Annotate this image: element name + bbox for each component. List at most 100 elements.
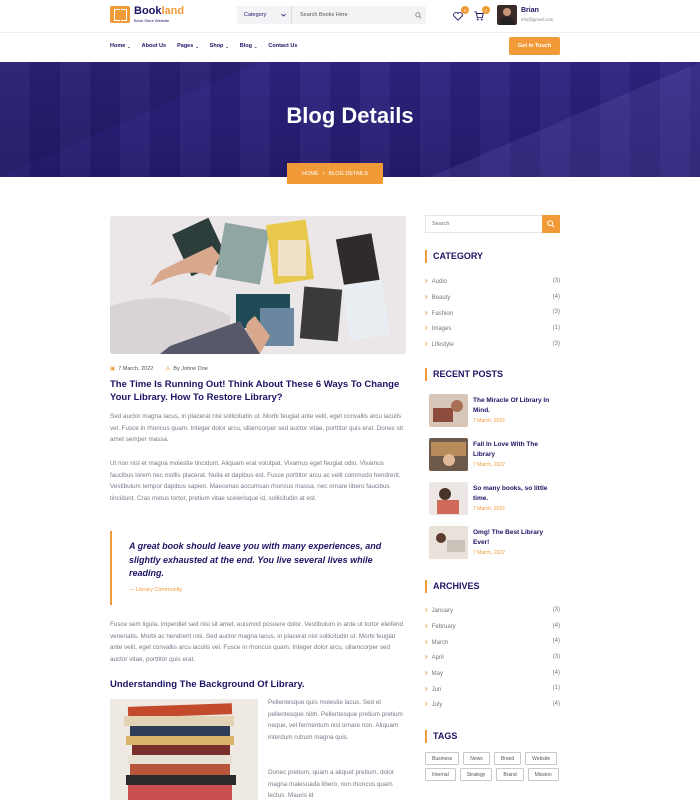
- archive-item[interactable]: Jun (1): [425, 680, 560, 696]
- archives-widget-title: ARCHIVES: [425, 580, 480, 593]
- cart-count-badge: 0: [482, 6, 490, 14]
- book-logo-icon: [110, 6, 130, 23]
- category-select[interactable]: Category: [237, 6, 292, 24]
- nav-contact[interactable]: Contact Us: [268, 43, 297, 49]
- tag-chip[interactable]: Mission: [527, 768, 559, 781]
- archive-item[interactable]: March (4): [425, 633, 560, 649]
- recent-post-item[interactable]: So many books, so little time. 7 March, …: [429, 482, 564, 516]
- tag-chip[interactable]: Brand: [493, 752, 522, 765]
- book-stack-image: [110, 699, 258, 800]
- category-item-label: Lifestyle: [425, 339, 454, 348]
- nav-shop[interactable]: Shop ⌄: [210, 43, 229, 49]
- category-item-count: (3): [552, 340, 560, 347]
- recent-post-item[interactable]: Omg! The Best Library Ever! 7 March, 202…: [429, 526, 564, 560]
- recent-post-title[interactable]: So many books, so little time.: [473, 484, 561, 503]
- archives-list: January (3) February (4) March (4) April (3)…: [425, 602, 560, 712]
- archive-item-count: (3): [552, 653, 560, 660]
- nav-about[interactable]: About Us: [142, 43, 166, 49]
- archive-item[interactable]: February (4): [425, 618, 560, 634]
- archive-item[interactable]: April (3): [425, 649, 560, 665]
- recent-post-photo: [429, 526, 468, 559]
- quote-author: — Library Community: [129, 586, 183, 593]
- archive-item[interactable]: May (4): [425, 665, 560, 681]
- category-item-count: (1): [552, 324, 560, 331]
- blockquote: A great book should leave you with many …: [110, 531, 406, 605]
- category-item[interactable]: Lifestyle (3): [425, 336, 560, 352]
- search-icon: [414, 11, 422, 19]
- recent-post-thumbnail: [429, 438, 468, 471]
- tag-chip[interactable]: Website: [525, 752, 558, 765]
- recent-post-date: 7 March, 2022: [473, 462, 505, 468]
- recent-post-thumbnail: [429, 394, 468, 427]
- category-item-label: Fashion: [425, 308, 453, 317]
- archive-item-label: May: [425, 668, 443, 677]
- chevron-down-icon: ⌄: [254, 43, 258, 49]
- main-nav: Home ⌄ About Us Pages ⌄ Shop ⌄ Blog ⌄ Contac…: [110, 37, 308, 55]
- category-item-count: (4): [552, 293, 560, 300]
- recent-post-item[interactable]: The Miracle Of Library In Mind. 7 March,…: [429, 394, 564, 428]
- chevron-down-icon: [281, 13, 286, 17]
- nav-pages-label: Pages: [177, 43, 194, 49]
- archive-item-label: July: [425, 699, 443, 708]
- category-item-label: Beauty: [425, 292, 451, 301]
- archive-item[interactable]: January (3): [425, 602, 560, 618]
- tag-cloud: Business News Brand Website Internal Str…: [425, 752, 560, 781]
- category-item[interactable]: Fashion (3): [425, 304, 560, 320]
- category-item[interactable]: Images (1): [425, 320, 560, 336]
- header-divider: [0, 32, 700, 33]
- get-in-touch-button[interactable]: Get In Touch: [509, 37, 560, 55]
- nav-contact-label: Contact Us: [268, 43, 298, 49]
- nav-pages[interactable]: Pages ⌄: [177, 43, 199, 49]
- sidebar-search-button[interactable]: [542, 215, 560, 233]
- archive-item-count: (4): [552, 638, 560, 645]
- post-author[interactable]: ♙ By Johne Doe: [165, 366, 208, 372]
- tags-widget-title: TAGS: [425, 730, 457, 743]
- breadcrumb: HOME • BLOG DETAILS: [287, 163, 383, 184]
- category-item[interactable]: Audio (3): [425, 273, 560, 289]
- top-bar: Bookland Book Store Website Category 0 0…: [0, 0, 700, 32]
- breadcrumb-home[interactable]: HOME: [302, 171, 319, 177]
- breadcrumb-current: BLOG DETAILS: [328, 170, 368, 177]
- recent-post-photo: [429, 482, 468, 515]
- book-stack-photo: [110, 699, 258, 800]
- recent-post-photo: [429, 438, 468, 471]
- tag-chip[interactable]: Brand: [496, 768, 524, 781]
- tag-chip[interactable]: Strategy: [459, 768, 493, 781]
- chevron-down-icon: ⌄: [127, 43, 131, 49]
- tag-chip[interactable]: Internal: [425, 768, 456, 781]
- sidebar-search-input[interactable]: [426, 216, 542, 232]
- user-name[interactable]: Brian: [521, 7, 539, 14]
- recent-post-item[interactable]: Fall In Love With The Library 7 March, 2…: [429, 438, 564, 472]
- search-icon: [547, 220, 555, 228]
- side-paragraph-1: Pellentesque quis molestie lacus. Sed et…: [268, 699, 403, 741]
- tag-chip[interactable]: Business: [425, 752, 460, 765]
- recent-post-title[interactable]: The Miracle Of Library In Mind.: [473, 396, 561, 415]
- site-logo[interactable]: Bookland Book Store Website: [110, 6, 184, 23]
- nav-blog[interactable]: Blog ⌄: [240, 43, 258, 49]
- category-item[interactable]: Beauty (4): [425, 289, 560, 305]
- cart-button[interactable]: 0: [472, 6, 490, 23]
- recent-post-title[interactable]: Fall In Love With The Library: [473, 440, 561, 459]
- post-paragraph-1: Sed auctor magna lacus, in placerat nisl…: [110, 413, 403, 443]
- quote-text: A great book should leave you with many …: [129, 541, 382, 578]
- post-date-text: 7 March, 2022: [118, 366, 154, 372]
- search-button[interactable]: [410, 6, 426, 24]
- featured-image: [110, 216, 406, 354]
- search-input[interactable]: [292, 6, 410, 24]
- recent-post-title[interactable]: Omg! The Best Library Ever!: [473, 528, 561, 547]
- archive-item[interactable]: July (4): [425, 696, 560, 712]
- nav-home[interactable]: Home ⌄: [110, 43, 131, 49]
- recent-post-thumbnail: [429, 482, 468, 515]
- nav-about-label: About Us: [141, 43, 167, 49]
- wishlist-count-badge: 0: [461, 6, 469, 14]
- user-avatar[interactable]: [497, 5, 517, 25]
- breadcrumb-separator: •: [322, 170, 325, 177]
- archive-item-label: April: [425, 652, 444, 661]
- calendar-icon: ▣: [110, 366, 116, 372]
- archive-item-count: (1): [552, 685, 560, 692]
- recent-post-date: 7 March, 2022: [473, 506, 505, 512]
- archive-item-count: (4): [552, 622, 560, 629]
- wishlist-button[interactable]: 0: [451, 6, 469, 23]
- nav-shop-label: Shop: [209, 43, 224, 49]
- tag-chip[interactable]: News: [463, 752, 490, 765]
